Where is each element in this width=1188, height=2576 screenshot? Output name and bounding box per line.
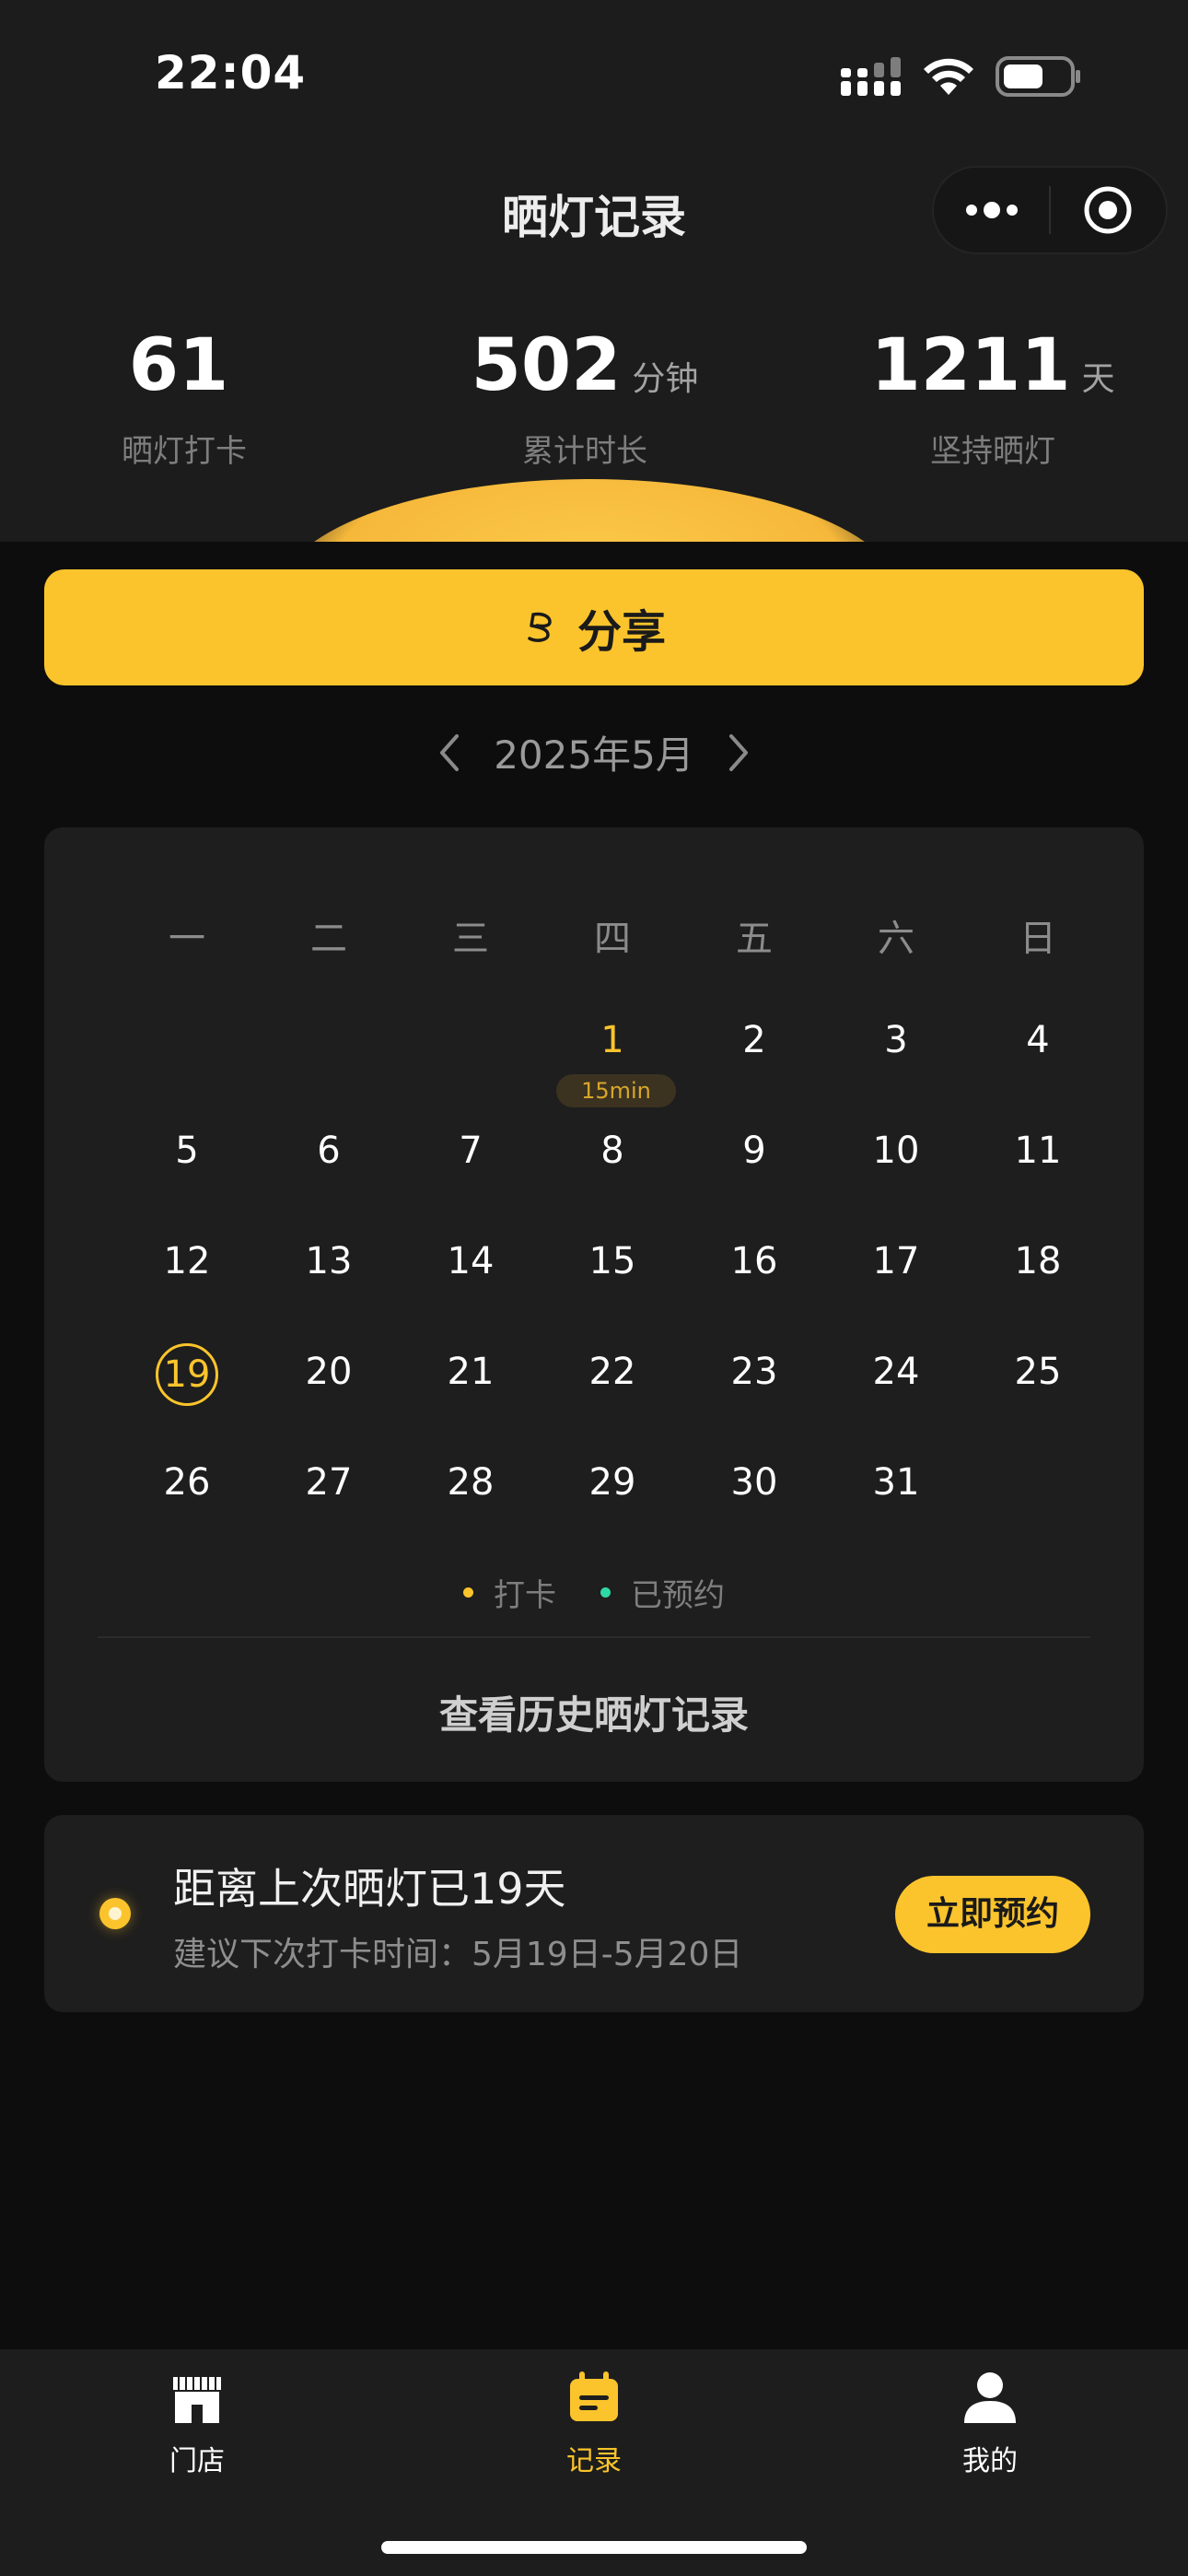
stat-value: 1211 [870,324,1071,407]
stat-checkins: 61 晒灯打卡 [0,322,378,471]
legend-checkin-label: 打卡 [494,1577,556,1614]
mini-program-capsule [932,166,1168,254]
calendar-day[interactable]: 4 [967,1017,1109,1063]
book-now-button[interactable]: 立即预约 [895,1876,1090,1953]
stat-value: 502 [471,324,622,407]
calendar-day[interactable]: 26 [116,1459,258,1505]
calendar-day-checked[interactable]: 1 [542,1017,683,1063]
day-number: 19 [156,1343,218,1406]
chevron-right-icon[interactable] [726,732,751,773]
divider [98,1636,1090,1638]
calendar-day[interactable]: 23 [683,1349,825,1395]
weekday-label: 五 [736,918,773,960]
calendar-day[interactable]: 2 [683,1017,825,1063]
duration-badge: 15min [556,1074,676,1107]
calendar-day[interactable]: 15 [542,1238,683,1284]
stat-total-duration: 502 分钟 累计时长 [391,322,778,471]
calendar-day[interactable]: 21 [400,1349,542,1395]
top-header-area: 22:04 晒灯记录 61 晒灯打卡 502 分钟 累计时长 1211 天 坚持… [0,0,1188,542]
share-button[interactable]: 分享 [44,569,1144,685]
tab-records[interactable]: 记录 [502,2370,686,2478]
calendar-day[interactable]: 3 [825,1017,967,1063]
tab-label: 门店 [169,2445,225,2477]
stat-label: 晒灯打卡 [122,433,247,470]
calendar-day[interactable]: 25 [967,1349,1109,1395]
view-history-link[interactable]: 查看历史晒灯记录 [44,1684,1144,1740]
calendar-day[interactable]: 28 [400,1459,542,1505]
status-time: 22:04 [155,46,307,100]
calendar-day-today[interactable]: 19 [116,1343,258,1406]
calendar-day[interactable]: 30 [683,1459,825,1505]
reminder-status-icon [99,1898,131,1929]
calendar-note-icon [570,2371,618,2421]
status-icons [841,55,1082,98]
weekday-label: 日 [1019,918,1056,960]
share-hand-icon [528,612,552,642]
reminder-card: 距离上次晒灯已19天 建议下次打卡时间：5月19日-5月20日 立即预约 [44,1815,1144,2012]
booked-dot-icon [600,1587,611,1598]
legend-booked-label: 已预约 [631,1577,725,1614]
calendar-day[interactable]: 20 [258,1349,400,1395]
checkin-dot-icon [463,1587,473,1598]
store-icon [173,2377,221,2423]
weekday-label: 六 [878,918,914,960]
calendar-day[interactable]: 6 [258,1128,400,1174]
weekday-label: 三 [452,918,489,960]
more-button[interactable] [934,168,1049,252]
calendar-day[interactable]: 31 [825,1459,967,1505]
close-miniprogram-button[interactable] [1051,168,1166,252]
weekday-label: 四 [594,918,631,960]
reminder-subtitle: 建议下次打卡时间：5月19日-5月20日 [173,1936,743,1973]
calendar-day[interactable]: 29 [542,1459,683,1505]
tab-label: 我的 [962,2445,1018,2477]
stat-unit: 天 [1081,360,1115,398]
sun-glow-decoration [276,479,903,542]
tab-store[interactable]: 门店 [105,2370,289,2478]
calendar-legend: 打卡 已预约 [44,1570,1144,1615]
legend-checkin: 打卡 [463,1570,556,1615]
battery-icon [996,56,1080,97]
stat-label: 累计时长 [522,433,647,470]
calendar-day[interactable]: 10 [825,1128,967,1174]
calendar-day[interactable]: 8 [542,1128,683,1174]
calendar-day[interactable]: 9 [683,1128,825,1174]
calendar-day[interactable]: 12 [116,1238,258,1284]
chevron-left-icon[interactable] [437,732,462,773]
calendar-day[interactable]: 11 [967,1128,1109,1174]
more-dots-icon [965,202,1018,218]
stat-value: 61 [128,324,229,407]
calendar-day[interactable]: 5 [116,1128,258,1174]
share-label: 分享 [577,606,666,658]
weekday-label: 一 [169,918,205,960]
calendar-day[interactable]: 14 [400,1238,542,1284]
stat-label: 坚持晒灯 [930,433,1055,470]
stat-unit: 分钟 [632,360,699,398]
user-icon [964,2372,1016,2423]
calendar-day[interactable]: 24 [825,1349,967,1395]
calendar-day[interactable]: 18 [967,1238,1109,1284]
stat-streak-days: 1211 天 坚持晒灯 [799,322,1186,471]
calendar-day[interactable]: 7 [400,1128,542,1174]
calendar-day[interactable]: 17 [825,1238,967,1284]
calendar-day[interactable]: 13 [258,1238,400,1284]
calendar-day[interactable]: 16 [683,1238,825,1284]
home-indicator [381,2541,807,2554]
wifi-icon [924,58,973,95]
weekday-label: 二 [310,918,347,960]
tab-label: 记录 [566,2445,622,2477]
month-label: 2025年5月 [494,732,694,778]
tab-mine[interactable]: 我的 [898,2370,1082,2478]
calendar-card: 一二三四五六日 1 2 3 4 5 6 7 8 9 10 11 12 13 14 15 16 17 18 19 20 2… [44,827,1144,1782]
legend-booked: 已预约 [600,1570,725,1615]
month-switcher: 2025年5月 [0,724,1188,780]
calendar-day[interactable]: 27 [258,1459,400,1505]
target-icon [1084,186,1132,234]
reminder-title: 距离上次晒灯已19天 [173,1864,566,1914]
signal-icon [841,57,901,96]
calendar-day[interactable]: 22 [542,1349,683,1395]
